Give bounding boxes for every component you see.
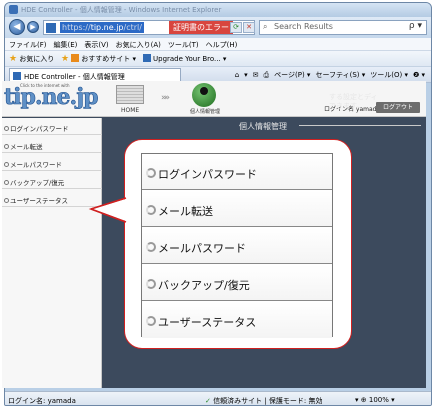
mail-icon[interactable]: ✉ <box>253 71 259 79</box>
url-input[interactable]: https://tip.ne.jp/ctrl/ 証明書のエラー ⟳ ✕ <box>43 20 255 35</box>
sidebar-item-user-status[interactable]: ユーザーステータス <box>2 190 102 207</box>
print-icon[interactable]: ⎙ <box>264 71 270 79</box>
page-menu[interactable]: ページ(P) ▾ <box>274 71 310 79</box>
check-icon: ✓ <box>205 397 211 405</box>
ie-logo-icon <box>143 54 151 62</box>
refresh-ring-icon <box>146 242 156 252</box>
refresh-ring-icon <box>146 205 156 215</box>
menu-item-user-status[interactable]: ユーザーステータス <box>142 302 332 338</box>
personal-info-label: 個人情報管理 <box>190 109 221 115</box>
site-logo[interactable]: tip.ne.jp <box>4 84 99 111</box>
stop-icon[interactable]: ✕ <box>243 22 255 33</box>
title-rule-right <box>313 125 421 126</box>
enlarged-menu-list: ログインパスワード メール転送 メールパスワード バックアップ/復元 ユーザース… <box>141 153 333 338</box>
status-bar: ログイン名: yamada ✓ 信頼済みサイト | 保護モード: 無効 ▾ ⊕ … <box>5 391 431 405</box>
personal-info-icon[interactable] <box>192 83 216 107</box>
menu-help[interactable]: ヘルプ(H) <box>202 38 241 50</box>
menu-tools[interactable]: ツール(T) <box>164 38 202 50</box>
refresh-ring-icon <box>146 316 156 326</box>
zoom-control[interactable]: ▾ ⊕ 100% ▾ <box>355 396 395 404</box>
upgrade-browser-link[interactable]: Upgrade Your Bro... ▾ <box>143 54 226 63</box>
refresh-ring-icon <box>146 279 156 289</box>
ie-app-icon <box>9 5 18 14</box>
certificate-error-badge[interactable]: 証明書のエラー <box>169 21 233 34</box>
bullet-icon <box>4 144 9 149</box>
content-title: 個人情報管理 <box>239 122 287 131</box>
home-icon[interactable]: ⌂ <box>235 71 239 79</box>
menu-item-mail-password[interactable]: メールパスワード <box>142 228 332 264</box>
back-arrow-icon[interactable]: ◀ <box>9 19 25 35</box>
bullet-icon <box>4 198 9 203</box>
window-title: HDE Controller - 個人情報管理 - Windows Intern… <box>21 6 222 14</box>
sidebar: ログインパスワード メール転送 メールパスワード バックアップ/復元 ユーザース… <box>2 118 102 388</box>
url-text: https://tip.ne.jp/ctrl/ <box>60 22 144 33</box>
command-bar: ⌂ ▾ ✉ ⎙ ページ(P) ▾ セーフティ(S) ▾ ツール(O) ▾ ❷ ▾ <box>230 70 425 80</box>
menu-item-login-password[interactable]: ログインパスワード <box>142 154 332 190</box>
address-bar: ◀ ▶ https://tip.ne.jp/ctrl/ 証明書のエラー ⟳ ✕ … <box>5 17 431 38</box>
tab-favicon-icon <box>13 72 21 80</box>
menu-bar: ファイル(F) 編集(E) 表示(V) お気に入り(A) ツール(T) ヘルプ(H) <box>5 38 431 51</box>
feeds-dropdown[interactable]: ▾ <box>244 71 248 79</box>
tools-menu[interactable]: ツール(O) ▾ <box>370 71 408 79</box>
menu-edit[interactable]: 編集(E) <box>50 38 81 50</box>
suggested-sites-icon <box>71 54 80 62</box>
search-provider-icon: ⌕ <box>263 22 268 31</box>
content-description: する設定とディ できます。 <box>329 93 378 110</box>
refresh-icon[interactable]: ⟳ <box>230 22 242 33</box>
forward-arrow-icon[interactable]: ▶ <box>27 21 39 33</box>
search-input[interactable]: ⌕ Search Results ρ ▾ <box>259 20 427 35</box>
sidebar-item-backup-restore[interactable]: バックアップ/復元 <box>2 172 102 189</box>
menu-item-mail-forward[interactable]: メール転送 <box>142 191 332 227</box>
sidebar-item-login-password[interactable]: ログインパスワード <box>2 118 102 135</box>
zoom-icon: ⊕ <box>360 396 367 404</box>
status-text: ログイン名: yamada <box>8 397 76 405</box>
breadcrumb-arrow-icon: »» <box>161 93 170 103</box>
search-placeholder: Search Results <box>274 22 333 31</box>
safety-menu[interactable]: セーフティ(S) ▾ <box>315 71 365 79</box>
sidebar-item-mail-password[interactable]: メールパスワード <box>2 154 102 171</box>
home-screen-icon[interactable] <box>116 85 144 104</box>
menu-file[interactable]: ファイル(F) <box>5 38 50 50</box>
favorites-bar: ★ お気に入り ★ おすすめサイト ▾ Upgrade Your Bro... … <box>5 51 431 67</box>
logout-button[interactable]: ログアウト <box>376 102 420 113</box>
add-favorite-icon: ★ <box>61 54 70 64</box>
title-bar: HDE Controller - 個人情報管理 - Windows Intern… <box>5 3 431 17</box>
bullet-icon <box>4 126 9 131</box>
page-favicon-icon <box>46 23 56 33</box>
security-zone: ✓ 信頼済みサイト | 保護モード: 無効 <box>205 397 323 405</box>
sidebar-item-mail-forward[interactable]: メール転送 <box>2 136 102 153</box>
search-icon[interactable]: ρ ▾ <box>409 21 422 31</box>
star-icon: ★ <box>9 54 18 64</box>
menu-view[interactable]: 表示(V) <box>80 38 111 50</box>
menu-favorites[interactable]: お気に入り(A) <box>112 38 164 50</box>
bullet-icon <box>4 180 9 185</box>
suggested-sites-link[interactable]: ★ おすすめサイト ▾ <box>61 54 136 64</box>
menu-item-backup-restore[interactable]: バックアップ/復元 <box>142 265 332 301</box>
favorites-button[interactable]: ★ お気に入り <box>9 54 54 64</box>
refresh-ring-icon <box>146 168 156 178</box>
help-menu[interactable]: ❷ ▾ <box>413 71 425 79</box>
bullet-icon <box>4 162 9 167</box>
home-label[interactable]: HOME <box>121 107 139 114</box>
callout-pointer-cover <box>90 197 127 223</box>
